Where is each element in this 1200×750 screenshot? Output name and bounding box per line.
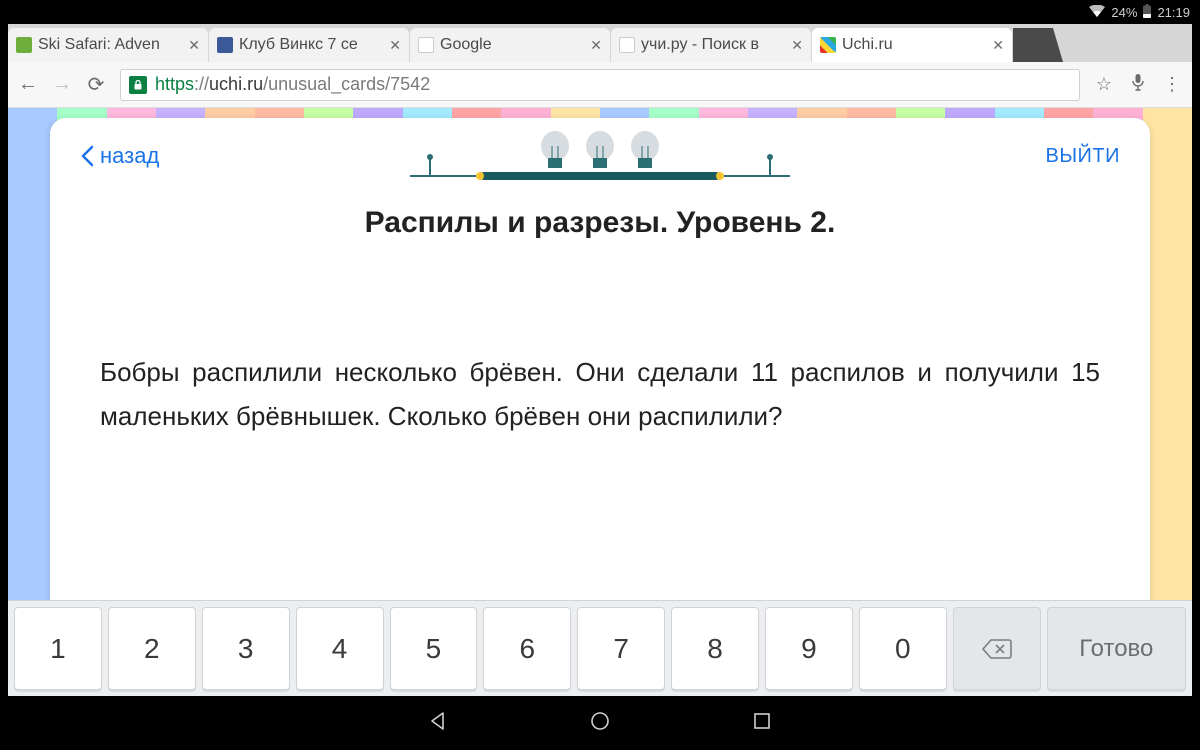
url-host: uchi.ru bbox=[209, 74, 263, 95]
done-key[interactable]: Готово bbox=[1047, 607, 1186, 690]
battery-icon bbox=[1143, 4, 1151, 21]
nav-home-icon[interactable] bbox=[589, 710, 611, 737]
exit-button[interactable]: ВЫЙТИ bbox=[1045, 145, 1120, 168]
num-key-4[interactable]: 4 bbox=[296, 607, 384, 690]
exercise-problem-text: Бобры распилили несколько брёвен. Они сд… bbox=[100, 350, 1100, 438]
tab-favicon-icon bbox=[217, 37, 233, 53]
backspace-key[interactable] bbox=[953, 607, 1041, 690]
tab-title: Uchi.ru bbox=[842, 36, 988, 54]
voice-search-icon[interactable] bbox=[1128, 73, 1148, 96]
browser-toolbar: ← → ⟳ https://uchi.ru/unusual_cards/7542… bbox=[8, 62, 1192, 108]
tab-strip: Ski Safari: Adven✕Клуб Винкс 7 се✕Google… bbox=[8, 24, 1192, 62]
tab-title: Клуб Винкс 7 се bbox=[239, 36, 385, 54]
tab-favicon-icon bbox=[418, 37, 434, 53]
clock: 21:19 bbox=[1157, 5, 1190, 20]
num-key-0[interactable]: 0 bbox=[859, 607, 947, 690]
tab-close-icon[interactable]: ✕ bbox=[188, 37, 200, 54]
page-viewport: назад ВЫЙТИ Распилы и разрезы. Уровень 2… bbox=[8, 108, 1192, 696]
nav-back-button[interactable]: ← bbox=[18, 73, 38, 96]
num-key-7[interactable]: 7 bbox=[577, 607, 665, 690]
tab-favicon-icon bbox=[16, 37, 32, 53]
browser-tab[interactable]: Ski Safari: Adven✕ bbox=[8, 28, 208, 62]
tab-close-icon[interactable]: ✕ bbox=[992, 37, 1004, 54]
num-key-2[interactable]: 2 bbox=[108, 607, 196, 690]
nav-forward-button[interactable]: → bbox=[52, 73, 72, 96]
tabstrip-end bbox=[1013, 28, 1063, 62]
num-key-9[interactable]: 9 bbox=[765, 607, 853, 690]
tab-favicon-icon bbox=[820, 37, 836, 53]
exercise-title: Распилы и разрезы. Уровень 2. bbox=[100, 206, 1100, 240]
tab-close-icon[interactable]: ✕ bbox=[389, 37, 401, 54]
chevron-left-icon bbox=[80, 145, 96, 167]
back-label: назад bbox=[100, 143, 159, 169]
android-nav-bar bbox=[0, 696, 1200, 750]
battery-percent: 24% bbox=[1111, 5, 1137, 20]
nav-back-icon[interactable] bbox=[427, 710, 449, 737]
browser-tab[interactable]: Клуб Винкс 7 се✕ bbox=[209, 28, 409, 62]
nav-recent-icon[interactable] bbox=[751, 710, 773, 737]
tab-title: учи.ру - Поиск в bbox=[641, 36, 787, 54]
nav-reload-button[interactable]: ⟳ bbox=[86, 72, 106, 97]
back-button[interactable]: назад bbox=[80, 143, 159, 169]
num-key-1[interactable]: 1 bbox=[14, 607, 102, 690]
url-path: /unusual_cards/7542 bbox=[263, 74, 430, 95]
menu-dots-icon[interactable]: ⋮ bbox=[1162, 74, 1182, 95]
tab-title: Ski Safari: Adven bbox=[38, 36, 184, 54]
numeric-keyboard: 1234567890 Готово bbox=[8, 600, 1192, 696]
lock-icon bbox=[129, 76, 147, 94]
browser-tab[interactable]: Uchi.ru✕ bbox=[812, 28, 1012, 62]
num-key-5[interactable]: 5 bbox=[390, 607, 478, 690]
url-scheme: https bbox=[155, 74, 194, 95]
tab-close-icon[interactable]: ✕ bbox=[791, 37, 803, 54]
tab-favicon-icon bbox=[619, 37, 635, 53]
lightbulb-decoration bbox=[410, 128, 790, 186]
exit-label: ВЫЙТИ bbox=[1045, 145, 1120, 167]
backspace-icon bbox=[982, 638, 1012, 660]
browser-window: Ski Safari: Adven✕Клуб Винкс 7 се✕Google… bbox=[8, 24, 1192, 696]
num-key-8[interactable]: 8 bbox=[671, 607, 759, 690]
num-key-3[interactable]: 3 bbox=[202, 607, 290, 690]
tab-close-icon[interactable]: ✕ bbox=[590, 37, 602, 54]
wifi-icon bbox=[1089, 5, 1105, 20]
browser-tab[interactable]: Google✕ bbox=[410, 28, 610, 62]
address-bar[interactable]: https://uchi.ru/unusual_cards/7542 bbox=[120, 69, 1080, 101]
android-status-bar: 24% 21:19 bbox=[0, 0, 1200, 24]
tab-title: Google bbox=[440, 36, 586, 54]
bookmark-star-icon[interactable]: ☆ bbox=[1094, 74, 1114, 95]
browser-tab[interactable]: учи.ру - Поиск в✕ bbox=[611, 28, 811, 62]
num-key-6[interactable]: 6 bbox=[483, 607, 571, 690]
url-sep: :// bbox=[194, 74, 209, 95]
